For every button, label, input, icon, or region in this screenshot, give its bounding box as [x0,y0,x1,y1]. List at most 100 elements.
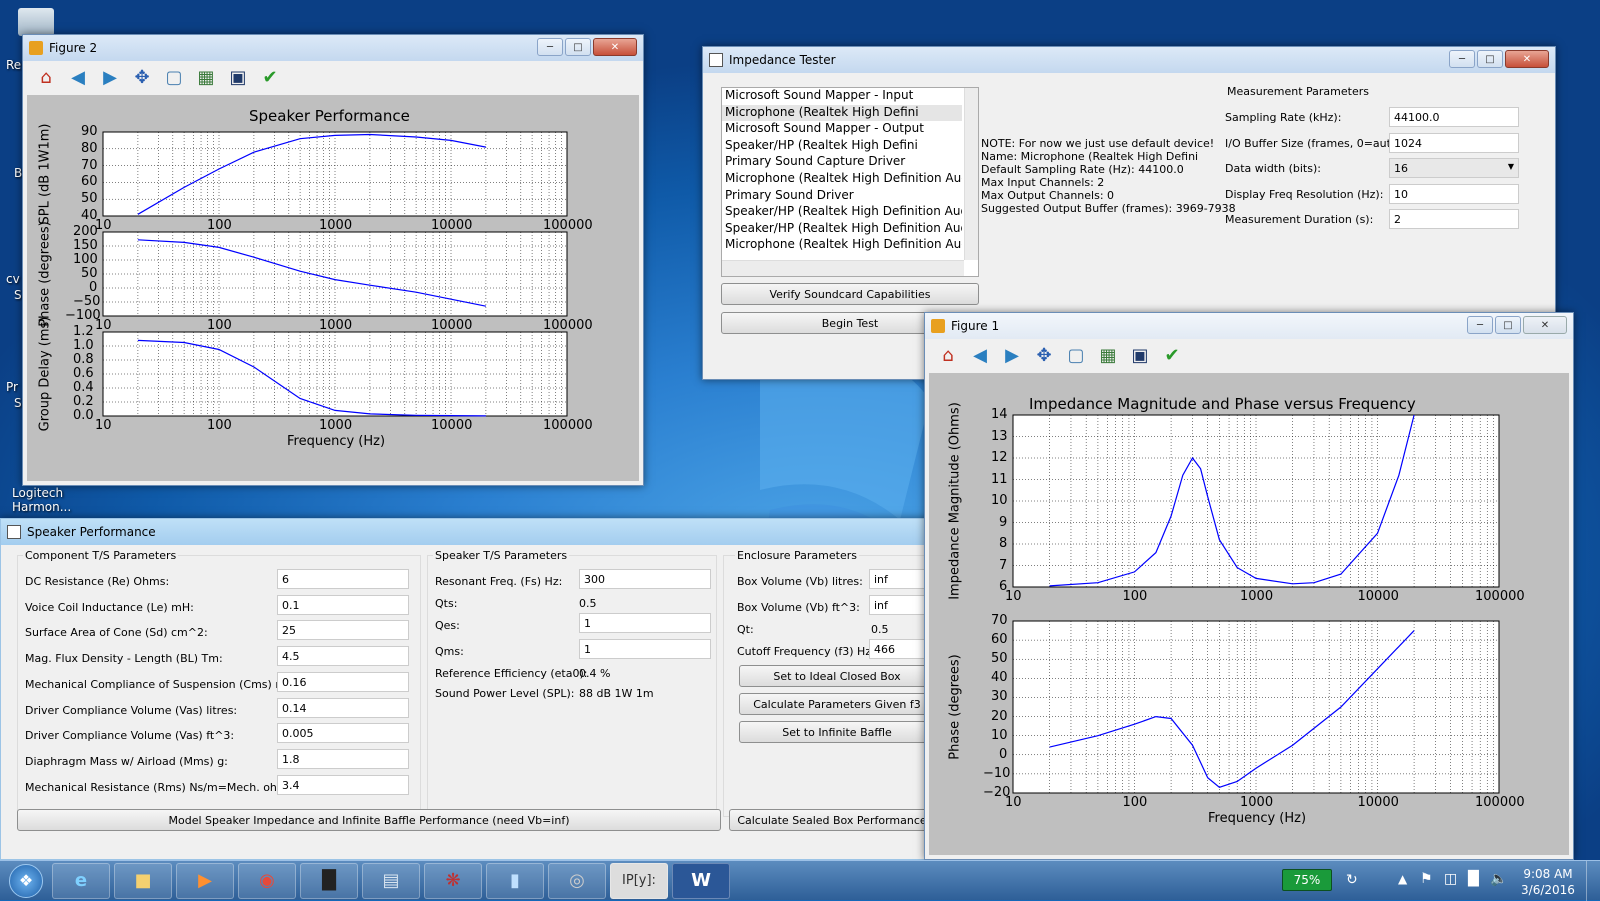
forward-icon[interactable]: ▶ [999,342,1025,368]
title-bar[interactable]: Figure 2 ─ □ ✕ [23,35,643,61]
desktop-icon-label[interactable]: cv [6,272,20,286]
maximize-button[interactable]: □ [1495,316,1521,334]
component-param-field[interactable]: 25 [277,620,409,641]
home-icon[interactable]: ⌂ [935,342,961,368]
ie-icon[interactable]: e [52,862,110,899]
command-prompt-icon[interactable]: █ [300,862,358,899]
device-list-item[interactable]: Microsoft Sound Mapper - Output [722,121,962,138]
subplots-icon[interactable]: ▦ [1095,342,1121,368]
param-field[interactable]: 16 ▼ [1389,158,1519,178]
vertical-scrollbar[interactable] [964,88,978,260]
media-player-icon[interactable]: ▶ [176,862,234,899]
forward-icon[interactable]: ▶ [97,64,123,90]
calculate-params-given-f3-button[interactable]: Calculate Parameters Given f3 [739,693,935,715]
device-list-item[interactable]: Microphone (Realtek High Definition Audi… [722,171,962,188]
param-value: 1024 [1394,136,1422,150]
component-param-field[interactable]: 6 [277,569,409,589]
param-field[interactable]: 10 [1389,183,1519,204]
close-button[interactable]: ✕ [593,38,637,56]
set-infinite-baffle-button[interactable]: Set to Infinite Baffle [739,721,935,743]
device-list-item[interactable]: Primary Sound Capture Driver [722,154,962,171]
volume-icon[interactable]: 🔈 [1490,871,1507,887]
power-icon[interactable]: ◫ [1444,871,1457,887]
battery-indicator[interactable]: 75% [1282,869,1332,891]
recycle-bin-icon[interactable] [18,8,54,36]
zoom-icon[interactable]: ▢ [1063,342,1089,368]
title-bar[interactable]: Speaker Performance [1,519,934,545]
file-explorer-icon[interactable]: ■ [114,862,172,899]
notes-app-icon[interactable]: ▮ [486,862,544,899]
component-param-field[interactable]: 3.4 [277,774,409,795]
back-icon[interactable]: ◀ [65,64,91,90]
device-list-item[interactable]: Microphone (Realtek High Defini [722,104,962,122]
verify-soundcard-button[interactable]: Verify Soundcard Capabilities [721,283,979,305]
calculate-sealed-box-button[interactable]: Calculate Sealed Box Performance [729,809,935,831]
desktop-icon-label[interactable]: S [14,288,22,302]
show-desktop-button[interactable] [1586,861,1600,901]
y-axis-label: Phase (degrees) [947,654,963,760]
desktop-icon-label[interactable]: Re [6,58,21,72]
component-param-field[interactable]: 0.1 [277,594,409,615]
figure1-canvas[interactable]: Impedance Magnitude and Phase versus Fre… [929,373,1569,855]
component-param-field[interactable]: 4.5 [277,646,409,667]
device-list-item[interactable]: Primary Sound Driver [722,188,962,205]
title-bar[interactable]: Figure 1 ─ □ ✕ [925,313,1573,339]
component-param-field[interactable]: 0.14 [277,697,409,718]
component-param-field[interactable]: 1.8 [277,748,409,769]
param-field[interactable]: 2 [1389,209,1519,229]
maximize-button[interactable]: □ [1477,50,1503,68]
disc-app-icon[interactable]: ◎ [548,862,606,899]
sync-icon[interactable]: ↻ [1346,872,1358,888]
desktop-icon-label[interactable]: Pr [6,380,18,394]
param-field[interactable]: 1024 [1389,132,1519,153]
save-icon[interactable]: ▣ [1127,342,1153,368]
param-field[interactable]: 44100.0 [1389,107,1519,127]
device-list-item[interactable]: Speaker/HP (Realtek High Definition Audi… [722,221,962,238]
fs-field[interactable]: 300 [579,569,711,589]
device-list-item[interactable]: Speaker/HP (Realtek High Definition Audi… [722,204,962,221]
start-button[interactable]: ❖ [0,861,52,901]
pan-icon[interactable]: ✥ [1031,342,1057,368]
figure2-canvas[interactable]: Speaker Performance 10 100 1000 10000 100000 9… [27,95,639,481]
minimize-button[interactable]: ─ [1449,50,1475,68]
subplots-icon[interactable]: ▦ [193,64,219,90]
device-list-item[interactable]: Speaker/HP (Realtek High Defini [722,138,962,155]
check-icon[interactable]: ✔ [1159,342,1185,368]
qms-field[interactable]: 1 [579,639,711,659]
close-button[interactable]: ✕ [1523,316,1567,334]
show-hidden-icons-icon[interactable]: ▲ [1398,872,1407,886]
maximize-button[interactable]: □ [565,38,591,56]
desktop-icon-label[interactable]: B [14,166,22,180]
clock[interactable]: 9:08 AM 3/6/2016 [1518,866,1578,898]
back-icon[interactable]: ◀ [967,342,993,368]
pan-icon[interactable]: ✥ [129,64,155,90]
window-title: Speaker Performance [27,525,156,539]
title-bar[interactable]: Impedance Tester ─ □ ✕ [703,47,1555,73]
home-icon[interactable]: ⌂ [33,64,59,90]
save-icon[interactable]: ▣ [225,64,251,90]
chrome-icon[interactable]: ◉ [238,862,296,899]
action-center-icon[interactable]: ⚑ [1420,871,1433,887]
set-ideal-closed-box-button[interactable]: Set to Ideal Closed Box [739,665,935,687]
model-impedance-button[interactable]: Model Speaker Impedance and Infinite Baf… [17,809,721,831]
component-param-field[interactable]: 0.005 [277,723,409,744]
horizontal-scrollbar[interactable] [722,260,964,276]
app-window-icon[interactable]: ▤ [362,862,420,899]
zoom-icon[interactable]: ▢ [161,64,187,90]
qes-field[interactable]: 1 [579,613,711,633]
speaker-performance-window: Speaker Performance Component T/S Parame… [0,518,935,860]
word-icon[interactable]: W [672,862,730,899]
device-list-item[interactable]: Microphone (Realtek High Definition Audi… [722,237,962,254]
network-icon[interactable]: █ [1468,871,1479,887]
ipython-icon[interactable]: IP[y]: [610,862,668,899]
network-app-icon[interactable]: ❋ [424,862,482,899]
minimize-button[interactable]: ─ [537,38,563,56]
minimize-button[interactable]: ─ [1467,316,1493,334]
component-param-field[interactable]: 0.16 [277,671,409,692]
desktop-icon-label[interactable]: S [14,396,22,410]
desktop-icon-label[interactable]: Logitech Harmon... [12,486,72,514]
device-list[interactable]: Microsoft Sound Mapper - Input Microphone… [721,87,979,277]
device-list-item[interactable]: Microsoft Sound Mapper - Input [722,88,962,105]
close-button[interactable]: ✕ [1505,50,1549,68]
check-icon[interactable]: ✔ [257,64,283,90]
